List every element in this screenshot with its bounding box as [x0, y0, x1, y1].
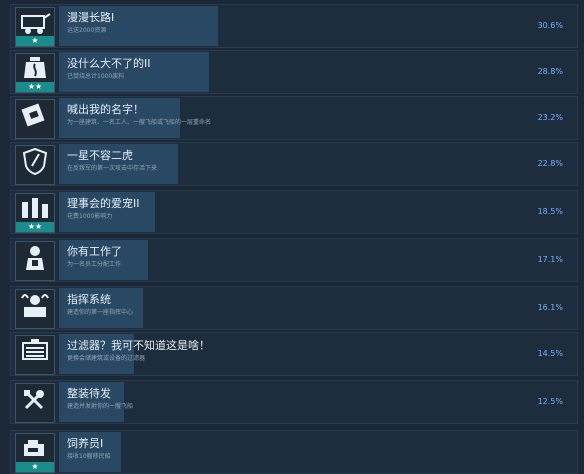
worker-icon [16, 242, 54, 272]
achievement-icon-box: ★★ [15, 53, 55, 93]
achievement-title: 你有工作了 [67, 245, 122, 258]
achievement-description: 已焚烧总计1000废料 [67, 73, 125, 80]
achievement-row[interactable]: 过滤器？我可不知道这是啥！ 更换会储建筑或设备的过滤器 14.5% [10, 332, 578, 376]
achievement-description: 在反叛军的第一次攻击中存活下来 [67, 165, 158, 172]
unlock-percentage: 23.2% [537, 113, 563, 122]
achievement-title: 指挥系统 [67, 293, 111, 306]
keeper-icon [16, 434, 54, 464]
command-icon [16, 290, 54, 320]
achievement-row[interactable]: 你有工作了为一名员工分配工作 17.1% [10, 238, 578, 282]
achievement-icon-box [15, 335, 55, 375]
achievement-title: 理事会的爱宠II [67, 197, 140, 210]
achievement-icon-box: ★★ [15, 193, 55, 233]
achievement-title: 过滤器？我可不知道这是啥！ [67, 339, 210, 352]
unlock-percentage: 28.8% [537, 67, 563, 76]
achievement-description: 为一座建筑、一名工人、一艘飞船或飞船的一层重命名 [67, 119, 212, 126]
cart-icon [16, 8, 54, 38]
achievement-title: 喊出我的名字！ [67, 103, 144, 116]
achievement-row[interactable]: 一星不容二虎在反叛军的第一次攻击中存活下来 22.8% [10, 142, 578, 186]
stars-badge: ★ [16, 36, 54, 46]
achievement-description: 建造你的第一座指挥中心 [67, 309, 134, 316]
achievement-title: 饲养员I [67, 437, 104, 450]
achievement-description: 更换会储建筑或设备的过滤器 [67, 355, 146, 362]
achievement-description: 运送2000资源 [67, 27, 107, 34]
unlock-percentage: 12.5% [537, 397, 563, 406]
filter-machine-icon [16, 336, 54, 366]
unlock-percentage: 22.8% [537, 159, 563, 168]
achievement-title: 一星不容二虎 [67, 149, 133, 162]
achievement-icon-box [15, 99, 55, 139]
achievements-list: ★ 漫漫长路I 运送2000资源 30.6% ★★ 没什么大不了的II 已焚烧总计1000废… [0, 0, 584, 474]
stars-badge: ★★ [16, 82, 54, 92]
unlock-percentage: 14.5% [537, 349, 563, 358]
achievement-icon-box [15, 289, 55, 329]
stars-badge: ★ [16, 462, 54, 472]
achievement-row[interactable]: 喊出我的名字！ 为一座建筑、一名工人、一艘飞船或飞船的一层重命名 23.2% [10, 96, 578, 140]
achievement-row[interactable]: ★★ 理事会的爱宠II 花费1000影响力 18.5% [10, 190, 578, 234]
achievement-row[interactable]: 整装待发建造并发射你的一艘飞船 12.5% [10, 380, 578, 424]
achievement-icon-box [15, 145, 55, 185]
achievement-description: 接收10艘移民船 [67, 453, 111, 460]
unlock-percentage: 16.1% [537, 303, 563, 312]
unlock-percentage: 30.6% [537, 21, 563, 30]
achievement-description: 建造并发射你的一艘飞船 [67, 403, 134, 410]
achievement-icon-box [15, 241, 55, 281]
achievement-icon-box: ★ [15, 433, 55, 473]
council-icon [16, 194, 54, 224]
tools-icon [16, 384, 54, 414]
achievement-row[interactable]: ★★ 没什么大不了的II 已焚烧总计1000废料 28.8% [10, 50, 578, 94]
achievement-icon-box: ★ [15, 7, 55, 47]
stars-badge: ★★ [16, 222, 54, 232]
achievement-title: 没什么大不了的II [67, 57, 151, 70]
incinerator-icon [16, 54, 54, 84]
name-tag-icon [16, 100, 54, 130]
achievement-description: 花费1000影响力 [67, 213, 113, 220]
achievement-row[interactable]: 指挥系统建造你的第一座指挥中心 16.1% [10, 286, 578, 330]
unlock-percentage: 18.5% [537, 207, 563, 216]
achievement-icon-box [15, 383, 55, 423]
achievement-title: 整装待发 [67, 387, 111, 400]
achievement-description: 为一名员工分配工作 [67, 261, 122, 268]
achievement-row[interactable]: ★ 漫漫长路I 运送2000资源 30.6% [10, 4, 578, 48]
achievement-row[interactable]: ★ 饲养员I 接收10艘移民船 [10, 430, 578, 474]
achievement-title: 漫漫长路I [67, 11, 115, 24]
unlock-percentage: 17.1% [537, 255, 563, 264]
shield-icon [16, 146, 54, 176]
